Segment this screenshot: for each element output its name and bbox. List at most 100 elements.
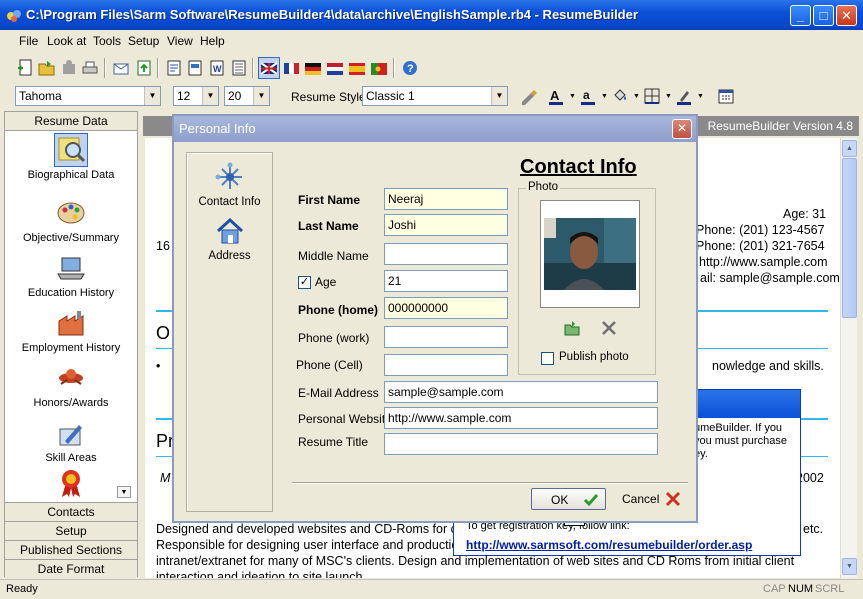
- heading-size-select[interactable]: 20 ▼: [224, 86, 270, 106]
- num-indicator: NUM: [788, 583, 814, 595]
- phone-work-field[interactable]: [384, 326, 508, 348]
- date-format-tab[interactable]: Date Format: [5, 559, 137, 578]
- minimize-button[interactable]: _: [790, 5, 811, 26]
- open-folder-icon[interactable]: [37, 58, 57, 78]
- font-size-select[interactable]: 12 ▼: [173, 86, 219, 106]
- phone-cell-field[interactable]: [384, 354, 508, 376]
- dialog-close-button[interactable]: ✕: [672, 119, 692, 139]
- chevron-down-icon: ▼: [491, 87, 507, 105]
- resume-title-field[interactable]: [384, 433, 658, 455]
- ok-button-label: OK: [551, 493, 569, 507]
- nav-contact-info[interactable]: Contact Info: [187, 161, 272, 208]
- setup-tab[interactable]: Setup: [5, 521, 137, 540]
- last-name-field[interactable]: Joshi: [384, 214, 508, 236]
- flag-spain-icon[interactable]: [347, 58, 367, 78]
- chevron-down-icon[interactable]: ▼: [633, 93, 640, 100]
- scroll-down-button[interactable]: ▼: [842, 558, 857, 575]
- nav-address[interactable]: Address: [187, 215, 272, 262]
- age-checkbox[interactable]: ✓: [298, 276, 311, 289]
- underline-color-icon[interactable]: a: [578, 86, 598, 106]
- style-edit-icon[interactable]: [519, 86, 539, 106]
- chevron-down-icon[interactable]: ▼: [601, 93, 608, 100]
- close-button[interactable]: ✕: [836, 5, 857, 26]
- menu-help[interactable]: Help: [200, 34, 225, 48]
- publish-photo-checkbox[interactable]: [541, 352, 554, 365]
- highlight-icon[interactable]: [674, 86, 694, 106]
- first-name-field[interactable]: Neeraj: [384, 188, 508, 210]
- document-scrollbar[interactable]: ▲ ▼: [840, 138, 857, 578]
- skill-areas-label: Skill Areas: [45, 452, 97, 464]
- scroll-up-button[interactable]: ▲: [842, 140, 857, 157]
- chevron-down-icon[interactable]: ▼: [697, 93, 704, 100]
- cancel-button[interactable]: Cancel: [614, 488, 689, 510]
- menu-file[interactable]: File: [19, 34, 38, 48]
- main-toolbar: W ?: [0, 54, 863, 82]
- flag-france-icon[interactable]: [281, 58, 301, 78]
- toolbar-separator: [252, 58, 254, 78]
- fill-color-icon[interactable]: [610, 86, 630, 106]
- flag-netherlands-icon[interactable]: [325, 58, 345, 78]
- employment-history-item[interactable]: Employment History: [5, 307, 137, 354]
- load-photo-icon[interactable]: [563, 319, 581, 337]
- menu-view[interactable]: View: [167, 34, 193, 48]
- toolbar-separator: [104, 58, 106, 78]
- skill-areas-item[interactable]: Skill Areas: [5, 417, 137, 464]
- font-select[interactable]: Tahoma ▼: [15, 86, 161, 106]
- export-icon[interactable]: [134, 58, 154, 78]
- help-icon[interactable]: ?: [400, 58, 420, 78]
- resume-m-fragment: M: [160, 471, 171, 485]
- phone-home-field[interactable]: 000000000: [384, 297, 508, 319]
- app-icon: [7, 10, 21, 22]
- puzzle-icon[interactable]: [59, 58, 79, 78]
- contacts-tab[interactable]: Contacts: [5, 502, 137, 521]
- biographical-data-item[interactable]: Biographical Data: [5, 133, 137, 181]
- photo-frame[interactable]: [540, 200, 640, 308]
- dialog-title-bar: Personal Info ✕: [174, 116, 696, 142]
- menu-look-at[interactable]: Look at: [47, 34, 86, 48]
- mail-icon[interactable]: [111, 58, 131, 78]
- middle-name-field[interactable]: [384, 243, 508, 265]
- registration-text: umeBuilder. If you you must purchase ey.: [694, 422, 787, 460]
- remove-photo-icon[interactable]: [600, 319, 618, 337]
- published-sections-tab[interactable]: Published Sections: [5, 540, 137, 559]
- resume-style-label: Resume Style: [291, 90, 366, 104]
- svg-text:a: a: [583, 88, 590, 102]
- new-document-icon[interactable]: [16, 58, 36, 78]
- education-history-item[interactable]: Education History: [5, 252, 137, 299]
- chevron-down-icon[interactable]: ▼: [665, 93, 672, 100]
- menu-tools[interactable]: Tools: [93, 34, 121, 48]
- flag-germany-icon[interactable]: [303, 58, 323, 78]
- chevron-down-icon[interactable]: ▼: [569, 93, 576, 100]
- border-icon[interactable]: [642, 86, 662, 106]
- flag-portugal-icon[interactable]: [369, 58, 389, 78]
- word-doc-icon[interactable]: W: [207, 58, 227, 78]
- email-field[interactable]: sample@sample.com: [384, 381, 658, 403]
- ok-button[interactable]: OK: [531, 488, 606, 510]
- dialog-separator: [292, 482, 688, 484]
- honors-awards-item[interactable]: Honors/Awards: [5, 362, 137, 409]
- email-label: E-Mail Address: [298, 386, 379, 400]
- resume-fragment-num: 16: [156, 239, 170, 253]
- resume-objective-initial: O: [156, 323, 171, 343]
- resume-style-select[interactable]: Classic 1 ▼: [362, 86, 508, 106]
- resume-url: http://www.sample.com: [699, 255, 828, 269]
- menu-setup[interactable]: Setup: [128, 34, 159, 48]
- print-icon[interactable]: [80, 58, 100, 78]
- age-field[interactable]: 21: [384, 270, 508, 292]
- doc-view-1-icon[interactable]: [164, 58, 184, 78]
- resume-data-header[interactable]: Resume Data: [5, 112, 137, 131]
- flag-uk-icon[interactable]: [258, 57, 280, 79]
- resume-phone-2: Phone: (201) 321-7654: [696, 239, 825, 253]
- maximize-button[interactable]: □: [813, 5, 834, 26]
- calendar-icon[interactable]: [716, 86, 736, 106]
- scroll-thumb[interactable]: [842, 158, 857, 318]
- font-color-icon[interactable]: A: [546, 86, 566, 106]
- objective-summary-item[interactable]: Objective/Summary: [5, 197, 137, 244]
- doc-view-2-icon[interactable]: [185, 58, 205, 78]
- order-link[interactable]: http://www.sarmsoft.com/resumebuilder/or…: [466, 538, 752, 552]
- chevron-down-icon: ▼: [253, 87, 269, 105]
- text-doc-icon[interactable]: [229, 58, 249, 78]
- panel-scroll-down-button[interactable]: ▼: [117, 486, 131, 498]
- website-field[interactable]: http://www.sample.com: [384, 407, 658, 429]
- window-title: C:\Program Files\Sarm Software\ResumeBui…: [26, 7, 638, 22]
